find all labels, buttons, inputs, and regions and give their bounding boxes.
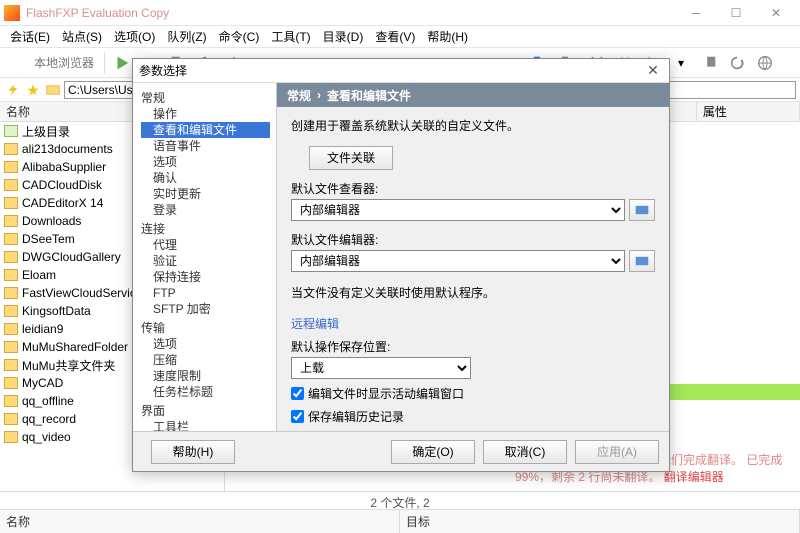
menu-tools[interactable]: 工具(T) xyxy=(267,26,314,47)
translate-editor-link[interactable]: 翻译编辑器 xyxy=(664,470,724,484)
file-assoc-button[interactable]: 文件关联 xyxy=(309,146,393,170)
viewer-select[interactable]: 内部编辑器 xyxy=(291,199,625,221)
dialog-content: 创建用于覆盖系统默认关联的自定义文件。 文件关联 默认文件查看器: 内部编辑器 … xyxy=(277,107,669,431)
menu-help[interactable]: 帮助(H) xyxy=(423,26,472,47)
menu-session[interactable]: 会话(E) xyxy=(6,26,54,47)
help-button[interactable]: 帮助(H) xyxy=(151,440,235,464)
tree-item[interactable]: 压缩 xyxy=(141,352,276,368)
editor-browse-button[interactable] xyxy=(629,250,655,272)
tree-item[interactable]: 代理 xyxy=(141,237,276,253)
desc-text: 创建用于覆盖系统默认关联的自定义文件。 xyxy=(291,117,655,134)
dialog-tree[interactable]: 常规操作查看和编辑文件语音事件选项确认实时更新登录连接代理验证保持连接FTPSF… xyxy=(133,83,277,431)
menu-directory[interactable]: 目录(D) xyxy=(319,26,368,47)
tree-item[interactable]: SFTP 加密 xyxy=(141,301,276,317)
tree-item[interactable]: 任务栏标题 xyxy=(141,384,276,400)
dialog-title: 参数选择 xyxy=(139,62,643,79)
maximize-button[interactable]: ☐ xyxy=(716,0,756,26)
remote-edit-link[interactable]: 远程编辑 xyxy=(291,315,655,332)
viewer-label: 默认文件查看器: xyxy=(291,180,655,197)
tree-item[interactable]: FTP xyxy=(141,285,276,301)
bcol-name[interactable]: 名称 xyxy=(0,510,400,533)
rcol-attr[interactable]: 属性 xyxy=(697,102,800,121)
tree-item[interactable]: 保持连接 xyxy=(141,269,276,285)
tree-item[interactable]: 操作 xyxy=(141,106,276,122)
progress-bar xyxy=(670,384,800,400)
dialog-buttons: 帮助(H) 确定(O) 取消(C) 应用(A) xyxy=(133,431,669,471)
left-status: 2 个文件, 2 xyxy=(0,491,800,509)
dialog-close-icon[interactable]: ✕ xyxy=(643,62,663,79)
saveloc-select[interactable]: 上载 xyxy=(291,357,471,379)
cancel-button[interactable]: 取消(C) xyxy=(483,440,567,464)
note-text: 当文件没有定义关联时使用默认程序。 xyxy=(291,284,655,301)
app-icon xyxy=(4,5,20,21)
cb-save-history[interactable]: 保存编辑历史记录 xyxy=(291,408,655,425)
tree-category[interactable]: 常规 xyxy=(141,89,276,106)
apply-button[interactable]: 应用(A) xyxy=(575,440,659,464)
refresh2-icon[interactable] xyxy=(724,50,750,76)
menubar: 会话(E) 站点(S) 选项(O) 队列(Z) 命令(C) 工具(T) 目录(D… xyxy=(0,26,800,48)
tree-category[interactable]: 传输 xyxy=(141,319,276,336)
tree-item[interactable]: 查看和编辑文件 xyxy=(141,122,270,138)
cb-show-window[interactable]: 编辑文件时显示活动编辑窗口 xyxy=(291,385,655,402)
menu-view[interactable]: 查看(V) xyxy=(371,26,419,47)
tree-item[interactable]: 语音事件 xyxy=(141,138,276,154)
menu-queue[interactable]: 队列(Z) xyxy=(163,26,210,47)
tree-item[interactable]: 验证 xyxy=(141,253,276,269)
preferences-dialog: 参数选择 ✕ 常规操作查看和编辑文件语音事件选项确认实时更新登录连接代理验证保持… xyxy=(132,58,670,472)
editor-label: 默认文件编辑器: xyxy=(291,231,655,248)
star-icon[interactable] xyxy=(24,82,42,98)
window-title: FlashFXP Evaluation Copy xyxy=(26,6,676,20)
local-browser-label: 本地浏览器 xyxy=(4,54,100,71)
dialog-titlebar[interactable]: 参数选择 ✕ xyxy=(133,59,669,83)
viewer-browse-button[interactable] xyxy=(629,199,655,221)
tree-item[interactable]: 实时更新 xyxy=(141,186,276,202)
bottom-columns: 名称 目标 xyxy=(0,509,800,533)
lightning-icon[interactable] xyxy=(4,82,22,98)
bcol-target[interactable]: 目标 xyxy=(400,510,800,533)
tree-item[interactable]: 确认 xyxy=(141,170,276,186)
dropdown2-icon[interactable]: ▾ xyxy=(668,50,694,76)
tree-item[interactable]: 选项 xyxy=(141,154,276,170)
tree-category[interactable]: 界面 xyxy=(141,402,276,419)
breadcrumb: 常规 › 查看和编辑文件 xyxy=(277,83,669,107)
minimize-button[interactable]: ─ xyxy=(676,0,716,26)
titlebar: FlashFXP Evaluation Copy ─ ☐ ✕ xyxy=(0,0,800,26)
tree-item[interactable]: 选项 xyxy=(141,336,276,352)
tree-item[interactable]: 工具栏 xyxy=(141,419,276,431)
tree-category[interactable]: 连接 xyxy=(141,220,276,237)
menu-sites[interactable]: 站点(S) xyxy=(58,26,106,47)
transfer-right-icon[interactable] xyxy=(696,50,722,76)
folder-icon[interactable] xyxy=(44,82,62,98)
tree-item[interactable]: 登录 xyxy=(141,202,276,218)
tree-item[interactable]: 速度限制 xyxy=(141,368,276,384)
saveloc-label: 默认操作保存位置: xyxy=(291,338,655,355)
globe-icon[interactable] xyxy=(752,50,778,76)
menu-commands[interactable]: 命令(C) xyxy=(215,26,264,47)
ok-button[interactable]: 确定(O) xyxy=(391,440,475,464)
menu-options[interactable]: 选项(O) xyxy=(110,26,159,47)
close-button[interactable]: ✕ xyxy=(756,0,796,26)
editor-select[interactable]: 内部编辑器 xyxy=(291,250,625,272)
